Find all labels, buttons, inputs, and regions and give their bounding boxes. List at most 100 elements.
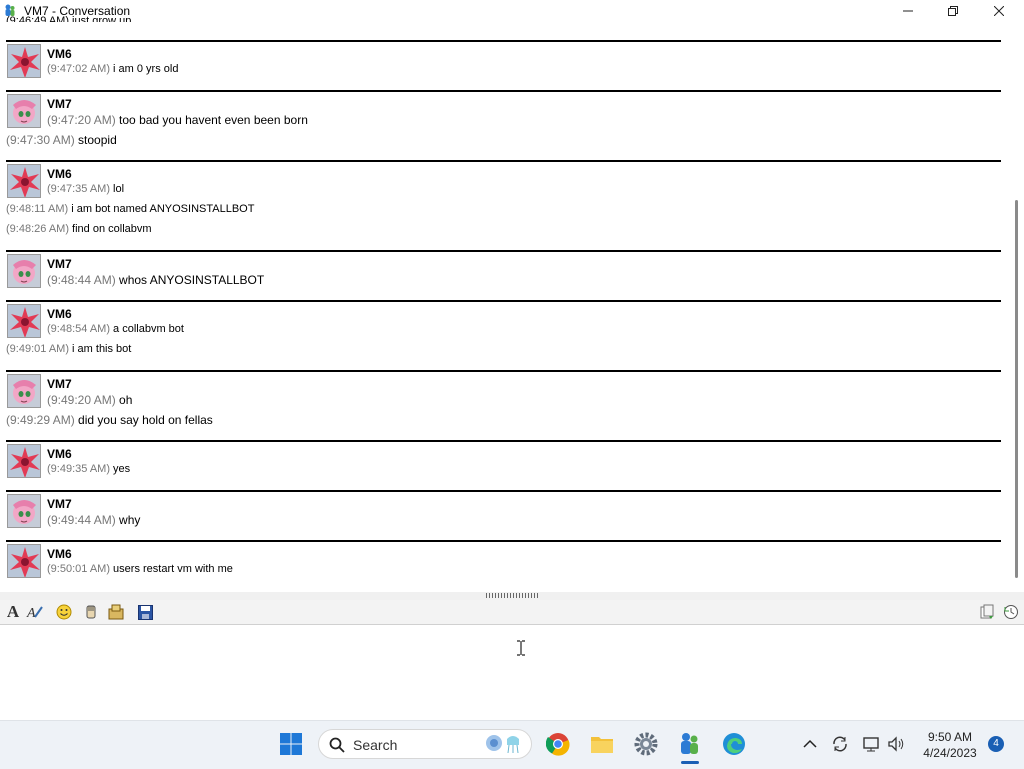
splitter-grip[interactable] (486, 593, 540, 598)
sync-tray-button[interactable] (826, 730, 854, 758)
font-color-button[interactable]: A (26, 603, 44, 621)
message-text: whos ANYOSINSTALLBOT (119, 273, 265, 287)
font-button[interactable]: A (4, 602, 22, 621)
message-line: (9:49:44 AM) why (47, 513, 140, 527)
start-button[interactable] (277, 730, 305, 758)
avatar[interactable] (7, 444, 41, 478)
message-text: lol (113, 183, 125, 195)
avatar[interactable] (7, 254, 41, 288)
text-cursor-icon (517, 640, 525, 656)
message-line: (9:47:30 AM) stoopid (6, 133, 117, 147)
avatar[interactable] (7, 44, 41, 78)
sync-icon (833, 736, 847, 752)
emoticon-button[interactable] (55, 603, 73, 621)
message-timestamp: (9:49:20 AM) (47, 393, 116, 407)
message-input[interactable] (0, 625, 1024, 720)
message-line: (9:49:20 AM) oh (47, 393, 132, 407)
sender-name: VM7 (47, 377, 72, 391)
message-text: too bad you havent even been born (119, 113, 308, 127)
message-timestamp: (9:47:20 AM) (47, 113, 116, 127)
message-text: did you say hold on fellas (78, 413, 213, 427)
windows-start-icon (280, 733, 302, 755)
sender-name: VM6 (47, 307, 72, 321)
partial-message-line: (9:46:49 AM) just grow up (6, 15, 132, 22)
message-line: (9:48:54 AM) a collabvm bot (47, 323, 184, 335)
conversation-history[interactable]: VM6 (9:47:02 AM) i am 0 yrs old VM7 (9:47:2… (0, 0, 1010, 592)
avatar[interactable] (7, 374, 41, 408)
vm6-avatar-icon (8, 545, 40, 577)
chrome-taskbar-button[interactable] (544, 730, 572, 758)
settings-taskbar-button[interactable] (632, 730, 660, 758)
message-timestamp: (9:49:29 AM) (6, 413, 75, 427)
save-button[interactable] (136, 603, 154, 621)
show-hidden-icons-button[interactable] (796, 730, 824, 758)
message-text: stoopid (78, 133, 117, 147)
sender-name: VM7 (47, 97, 72, 111)
vm7-avatar-icon (8, 375, 40, 407)
emoticon-icon (56, 604, 72, 620)
search-label: Search (353, 737, 398, 753)
copy-button[interactable] (978, 603, 996, 621)
chat-scrollbar-thumb[interactable] (1015, 200, 1018, 578)
taskbar-clock[interactable]: 9:50 AM 4/24/2023 (915, 729, 985, 761)
svg-text:A: A (26, 606, 36, 621)
message-timestamp: (9:49:35 AM) (47, 463, 110, 475)
edge-taskbar-button[interactable] (720, 730, 748, 758)
message-text: i am 0 yrs old (113, 63, 179, 75)
message-timestamp: (9:47:35 AM) (47, 183, 110, 195)
avatar[interactable] (7, 304, 41, 338)
sender-name: VM6 (47, 167, 72, 181)
chrome-icon (546, 733, 570, 756)
message-separator (6, 440, 1001, 442)
message-timestamp: (9:48:26 AM) (6, 223, 69, 235)
sender-name: VM6 (47, 47, 72, 61)
vm6-avatar-icon (8, 165, 40, 197)
message-separator (6, 300, 1001, 302)
vm6-avatar-icon (8, 45, 40, 77)
message-line: (9:47:20 AM) too bad you havent even bee… (47, 113, 308, 127)
file-explorer-icon (591, 737, 613, 753)
chevron-up-icon (803, 739, 817, 748)
volume-tray-button[interactable] (883, 730, 911, 758)
messenger-taskbar-button[interactable] (676, 730, 704, 758)
message-line: (9:47:35 AM) lol (47, 183, 124, 195)
active-app-indicator (681, 761, 699, 764)
history-icon (1004, 605, 1018, 619)
sender-name: VM6 (47, 447, 72, 461)
message-timestamp: (9:47:30 AM) (6, 133, 75, 147)
vm6-avatar-icon (8, 445, 40, 477)
clock-time: 9:50 AM (927, 730, 973, 744)
copy-icon (980, 604, 994, 619)
notification-badge[interactable]: 4 (988, 736, 1004, 752)
message-separator (6, 370, 1001, 372)
settings-icon (634, 732, 658, 756)
vm7-avatar-icon (8, 95, 40, 127)
avatar[interactable] (7, 544, 41, 578)
history-button[interactable] (1002, 603, 1020, 621)
avatar[interactable] (7, 94, 41, 128)
message-separator (6, 90, 1001, 92)
file-explorer-taskbar-button[interactable] (588, 730, 616, 758)
message-timestamp: (9:50:01 AM) (47, 563, 110, 575)
message-line: (9:47:02 AM) i am 0 yrs old (47, 63, 178, 75)
message-line: (9:49:01 AM) i am this bot (6, 343, 131, 355)
sender-name: VM7 (47, 497, 72, 511)
search-icon (329, 737, 345, 753)
taskbar-search[interactable]: Search (318, 729, 532, 759)
wink-button[interactable] (107, 603, 125, 621)
avatar[interactable] (7, 164, 41, 198)
message-timestamp: (9:48:11 AM) (6, 203, 69, 215)
network-tray-button[interactable] (858, 730, 886, 758)
message-timestamp: (9:48:54 AM) (47, 323, 110, 335)
message-line: (9:50:01 AM) users restart vm with me (47, 563, 233, 575)
message-text: a collabvm bot (113, 323, 184, 335)
compose-toolbar: A A (0, 600, 1024, 625)
message-timestamp: (9:49:44 AM) (47, 513, 116, 527)
message-separator (6, 160, 1001, 162)
message-line: (9:49:35 AM) yes (47, 463, 130, 475)
message-separator (6, 490, 1001, 492)
nudge-button[interactable] (82, 603, 100, 621)
avatar[interactable] (7, 494, 41, 528)
message-timestamp: (9:48:44 AM) (47, 273, 116, 287)
message-text: yes (113, 463, 131, 475)
